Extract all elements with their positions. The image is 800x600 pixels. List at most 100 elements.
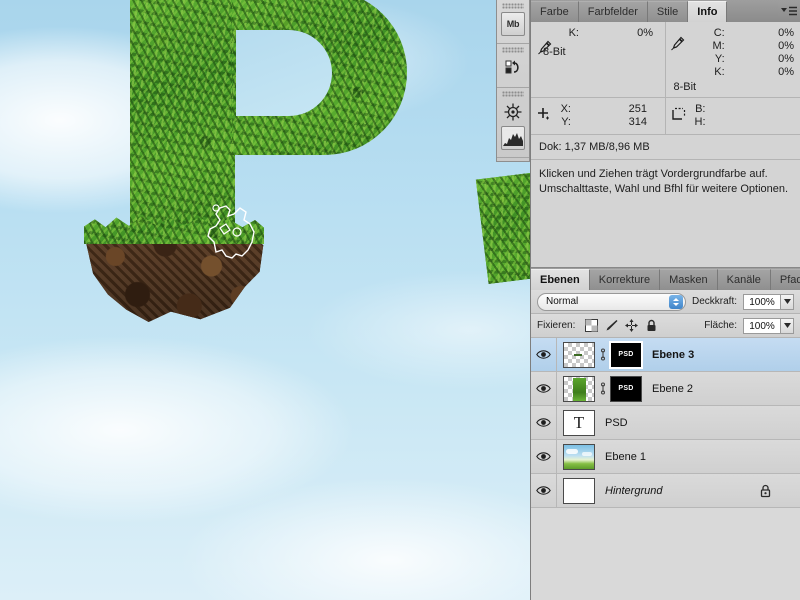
readout-y-label: Y: bbox=[714, 53, 725, 65]
tool-hint-text: Klicken und Ziehen trägt Vordergrundfarb… bbox=[531, 160, 800, 207]
position-y-row: Y: 314 bbox=[557, 116, 647, 129]
lock-fill-row: Fixieren: Fläche: 100% bbox=[531, 314, 800, 338]
dock-grip[interactable] bbox=[502, 91, 524, 97]
tab-stile[interactable]: Stile bbox=[647, 1, 689, 22]
layer-mask-thumbnail[interactable]: PSD bbox=[610, 375, 642, 402]
position-x-value: 251 bbox=[628, 103, 647, 115]
layers-panel: Ebenen Korrekture Masken Kanäle Pfade No… bbox=[531, 268, 800, 600]
lock-image-icon[interactable] bbox=[605, 319, 618, 332]
panel-menu-icon[interactable] bbox=[778, 1, 800, 22]
layer-thumbnail[interactable]: T bbox=[563, 409, 595, 436]
layer-thumbnails: PSD bbox=[557, 375, 642, 402]
histogram-icon[interactable] bbox=[501, 126, 525, 150]
readout-k2-value: 0% bbox=[778, 66, 794, 78]
layer-list: PSD Ebene 3 PSD Ebene 2 T PSD Ebene 1 Hi… bbox=[531, 338, 800, 508]
dimension-w-label: B: bbox=[695, 103, 706, 115]
readout-m-value: 0% bbox=[778, 40, 794, 52]
layer-thumbnail[interactable] bbox=[563, 443, 595, 470]
layer-visibility-toggle[interactable] bbox=[531, 338, 557, 371]
table-row[interactable]: Hintergrund bbox=[531, 474, 800, 508]
layers-panel-tabbar: Ebenen Korrekture Masken Kanäle Pfade bbox=[531, 268, 800, 290]
mini-bridge-icon[interactable]: Mb bbox=[501, 12, 525, 36]
fill-value[interactable]: 100% bbox=[743, 317, 781, 334]
grass-fragment-right bbox=[475, 171, 530, 284]
opacity-value[interactable]: 100% bbox=[743, 293, 781, 310]
dimension-w-value bbox=[710, 103, 782, 116]
layer-mask-thumbnail[interactable]: PSD bbox=[609, 340, 643, 369]
layer-name: Hintergrund bbox=[605, 484, 663, 497]
layer-thumbnails: PSD bbox=[557, 340, 643, 369]
info-coordinate-rows: X: 251 Y: 314 B: H: bbox=[531, 98, 800, 135]
layer-name: Ebene 1 bbox=[605, 450, 646, 463]
position-y-label: Y: bbox=[561, 116, 571, 128]
tab-ebenen[interactable]: Ebenen bbox=[531, 269, 590, 290]
position-x-row: X: 251 bbox=[557, 103, 647, 116]
info-panel-filler bbox=[531, 207, 800, 267]
info-panel-body: K: 0% 8-Bit C: 0% M: 0% Y: 0% K: 0% 8-Bi… bbox=[531, 22, 800, 267]
lock-icon-group bbox=[585, 319, 658, 332]
dock-grip[interactable] bbox=[502, 3, 524, 9]
marching-ants-selection bbox=[207, 204, 255, 259]
readout-m-label: M: bbox=[712, 40, 725, 52]
chevron-updown-icon[interactable] bbox=[668, 294, 683, 309]
lock-transparency-icon[interactable] bbox=[585, 319, 599, 332]
layer-thumbnail[interactable] bbox=[563, 375, 595, 402]
tab-pfade[interactable]: Pfade bbox=[770, 269, 800, 290]
tab-kanaele[interactable]: Kanäle bbox=[717, 269, 771, 290]
info-dimensions: B: H: bbox=[666, 98, 800, 134]
lock-all-icon[interactable] bbox=[645, 319, 658, 332]
readout-y-row: Y: 0% bbox=[686, 53, 794, 66]
opacity-dropdown-icon[interactable] bbox=[781, 293, 794, 310]
readout-k2-label: K: bbox=[714, 66, 725, 78]
tab-info[interactable]: Info bbox=[688, 1, 728, 22]
dimension-h-label: H: bbox=[694, 116, 706, 128]
layer-thumbnail[interactable] bbox=[563, 477, 595, 504]
layer-visibility-toggle[interactable] bbox=[531, 474, 557, 507]
history-icon[interactable] bbox=[501, 56, 525, 80]
tab-masken[interactable]: Masken bbox=[660, 269, 718, 290]
tab-farbfelder[interactable]: Farbfelder bbox=[578, 1, 648, 22]
layer-thumbnails bbox=[557, 443, 595, 470]
collapsed-panel-dock: Mb bbox=[496, 0, 530, 162]
info-panel-tabbar: Farbe Farbfelder Stile Info bbox=[531, 0, 800, 22]
fill-dropdown-icon[interactable] bbox=[781, 317, 794, 334]
fill-label: Fläche: bbox=[704, 320, 737, 331]
document-size-text: Dok: 1,37 MB/8,96 MB bbox=[531, 135, 800, 160]
marquee-icon bbox=[671, 107, 686, 126]
info-position: X: 251 Y: 314 bbox=[531, 98, 666, 134]
readout-c-label: C: bbox=[713, 27, 725, 39]
layer-mask-link-icon[interactable] bbox=[598, 382, 607, 395]
crosshair-icon bbox=[537, 107, 551, 126]
tab-farbe[interactable]: Farbe bbox=[531, 1, 579, 22]
readout-k-value: 0% bbox=[637, 27, 653, 39]
dock-group-navigator-histogram bbox=[497, 88, 529, 158]
layer-visibility-toggle[interactable] bbox=[531, 372, 557, 405]
lock-label: Fixieren: bbox=[537, 320, 576, 331]
dock-grip[interactable] bbox=[502, 47, 524, 53]
layer-visibility-toggle[interactable] bbox=[531, 440, 557, 473]
right-panel-column: Farbe Farbfelder Stile Info K: 0% 8-Bit … bbox=[530, 0, 800, 600]
table-row[interactable]: PSD Ebene 3 bbox=[531, 338, 800, 372]
table-row[interactable]: T PSD bbox=[531, 406, 800, 440]
layer-thumbnails: T bbox=[557, 409, 595, 436]
navigator-compass-icon[interactable] bbox=[501, 100, 525, 124]
blend-mode-select[interactable]: Normal bbox=[537, 292, 686, 311]
table-row[interactable]: Ebene 1 bbox=[531, 440, 800, 474]
layer-thumbnails bbox=[557, 477, 595, 504]
layer-visibility-toggle[interactable] bbox=[531, 406, 557, 439]
readout-m-row: M: 0% bbox=[686, 40, 794, 53]
layer-locked-icon bbox=[759, 484, 772, 498]
eyedropper-icon bbox=[670, 36, 685, 56]
dimension-w-row: B: bbox=[692, 103, 782, 116]
tab-korrekturen[interactable]: Korrekture bbox=[589, 269, 661, 290]
info-readout-left: K: 0% 8-Bit bbox=[531, 22, 666, 97]
layer-name: PSD bbox=[605, 416, 628, 429]
lock-position-icon[interactable] bbox=[625, 319, 639, 332]
readout-k-row: K: 0% bbox=[537, 27, 659, 40]
layer-thumbnail[interactable] bbox=[563, 341, 595, 368]
eyedropper-icon bbox=[537, 40, 552, 60]
document-canvas[interactable] bbox=[0, 0, 530, 600]
table-row[interactable]: PSD Ebene 2 bbox=[531, 372, 800, 406]
layer-mask-link-icon[interactable] bbox=[598, 348, 607, 361]
dock-group-history bbox=[497, 44, 529, 88]
